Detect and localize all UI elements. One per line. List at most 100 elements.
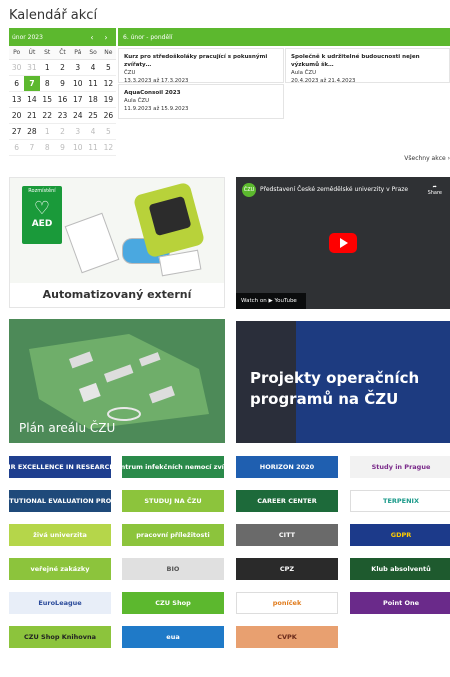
partner-logo-link[interactable]: živá univerzita (9, 524, 111, 546)
calendar-day[interactable]: 10 (70, 76, 86, 92)
next-month-button[interactable]: › (99, 33, 113, 42)
calendar-day[interactable]: 18 (85, 92, 101, 108)
event-place: Aula ČZU (291, 70, 317, 76)
calendar-day[interactable]: 14 (24, 92, 40, 108)
calendar-day[interactable]: 16 (54, 92, 71, 108)
partner-logo-link[interactable]: veřejné zakázky (9, 558, 111, 580)
partner-logo-link[interactable]: poníček (236, 592, 338, 614)
calendar-day[interactable]: 10 (70, 140, 86, 156)
calendar-day[interactable]: 7 (24, 140, 40, 156)
event-dates: 20.4.2023 až 21.4.2023 (291, 78, 356, 84)
watch-on-youtube[interactable]: Watch on ▶ YouTube (236, 293, 306, 309)
share-button[interactable]: ➦ Share (428, 184, 442, 196)
weekday-label: Ne (100, 46, 116, 60)
calendar-day[interactable]: 11 (85, 140, 101, 156)
calendar-day[interactable]: 15 (39, 92, 55, 108)
calendar-day[interactable]: 12 (100, 76, 116, 92)
event-place: ČZU (124, 70, 136, 76)
aed-caption: Automatizovaný externí defibrilátor (10, 283, 224, 307)
calendar-month: únor 2023 (12, 33, 43, 41)
electrode-pad-image (64, 212, 120, 274)
event-item[interactable]: Kurz pro středoškoláky pracující s pokus… (118, 48, 284, 84)
calendar-day[interactable]: 28 (24, 124, 40, 140)
month-calendar: únor 2023 ‹ › Po Út St Čt Pá So Ne 30 31 1 2 3 4 5 6 7 8… (9, 28, 116, 156)
all-events-link[interactable]: Všechny akce › (404, 155, 450, 162)
event-title: AquaConsoil 2023 (124, 90, 181, 96)
calendar-day[interactable]: 3 (70, 124, 86, 140)
calendar-day[interactable]: 12 (100, 140, 116, 156)
calendar-day[interactable]: 27 (9, 124, 25, 140)
partner-logo-link[interactable]: CZU Shop (122, 592, 224, 614)
partner-logo-link[interactable]: pracovní příležitosti (122, 524, 224, 546)
aed-sign-label: AED (31, 219, 53, 229)
aed-sign-label-top: Rozmístění (28, 188, 56, 194)
partner-logo-link[interactable]: HORIZON 2020 (236, 456, 338, 478)
projects-tile[interactable]: Projekty operačních programů na ČZU (236, 321, 450, 443)
czu-logo-icon: ČZU (242, 183, 256, 197)
partner-logo-link[interactable]: GDPR (350, 524, 450, 546)
event-dates: 11.9.2023 až 15.9.2023 (124, 106, 189, 112)
calendar-day[interactable]: 19 (100, 92, 116, 108)
event-item[interactable]: AquaConsoil 2023 Aula ČZU 11.9.2023 až 1… (118, 84, 284, 119)
partner-logo-link[interactable]: IEP INSTITUTIONAL EVALUATION PROGRAMME (9, 490, 111, 512)
calendar-day[interactable]: 4 (85, 124, 101, 140)
calendar-day[interactable]: 5 (100, 60, 116, 76)
partner-logo-link[interactable]: CITT (236, 524, 338, 546)
calendar-day[interactable]: 2 (54, 60, 71, 76)
aed-tile[interactable]: Rozmístění ♡ AED Automatizovaný externí … (9, 177, 225, 308)
partner-logo-link[interactable]: Study in Prague (350, 456, 450, 478)
weekday-label: So (85, 46, 101, 60)
calendar-day[interactable]: 1 (39, 60, 55, 76)
partner-logo-link[interactable]: Point One (350, 592, 450, 614)
calendar-day[interactable]: 9 (54, 140, 71, 156)
partner-logo-link[interactable]: CZU Shop Knihovna (9, 626, 111, 648)
video-tile[interactable]: ČZU Představení České zemědělské univerz… (236, 177, 450, 309)
calendar-day[interactable]: 6 (9, 76, 25, 92)
calendar-day[interactable]: 8 (39, 140, 55, 156)
calendar-day[interactable]: 4 (85, 60, 101, 76)
partner-logo-link[interactable]: HR EXCELLENCE IN RESEARCH (9, 456, 111, 478)
calendar-header: únor 2023 ‹ › (9, 28, 116, 46)
calendar-day[interactable]: 17 (70, 92, 86, 108)
partner-logo-link[interactable]: CVPK (236, 626, 338, 648)
calendar-day[interactable]: 21 (24, 108, 40, 124)
partner-logo-link[interactable]: STUDUJ NA ČZU (122, 490, 224, 512)
play-button[interactable] (329, 233, 357, 253)
event-item[interactable]: Společně k udržitelné budoucnosti nejen … (285, 48, 450, 84)
calendar-day[interactable]: 20 (9, 108, 25, 124)
weekday-label: Út (24, 46, 40, 60)
calendar-day[interactable]: 2 (54, 124, 71, 140)
calendar-day[interactable]: 11 (85, 76, 101, 92)
calendar-day[interactable]: 23 (54, 108, 71, 124)
partner-logo-link[interactable]: Klub absolventů (350, 558, 450, 580)
calendar-day[interactable]: 8 (39, 76, 55, 92)
partner-logo-link[interactable]: BIO (122, 558, 224, 580)
partner-logo-link[interactable]: eua (122, 626, 224, 648)
campus-map-caption: Plán areálu ČZU (19, 421, 116, 435)
calendar-day[interactable]: 7 (24, 76, 40, 92)
prev-month-button[interactable]: ‹ (85, 33, 99, 42)
calendar-day[interactable]: 22 (39, 108, 55, 124)
calendar-day[interactable]: 3 (70, 60, 86, 76)
calendar-day[interactable]: 25 (85, 108, 101, 124)
calendar-day[interactable]: 31 (24, 60, 40, 76)
partner-logo-link[interactable]: Centrum infekčních nemocí zvířat (122, 456, 224, 478)
partner-logo-link[interactable]: CPZ (236, 558, 338, 580)
weekday-label: Čt (54, 46, 71, 60)
calendar-title: Kalendář akcí (9, 8, 98, 23)
calendar-day[interactable]: 30 (9, 60, 25, 76)
events-panel: 6. únor - pondělí Kurz pro středoškoláky… (118, 28, 450, 122)
calendar-day[interactable]: 24 (70, 108, 86, 124)
partner-logo-link[interactable]: CAREER CENTER (236, 490, 338, 512)
calendar-day[interactable]: 26 (100, 108, 116, 124)
calendar-day[interactable]: 9 (54, 76, 71, 92)
campus-map-tile[interactable]: Plán areálu ČZU (9, 319, 225, 443)
calendar-day[interactable]: 5 (100, 124, 116, 140)
calendar-day[interactable]: 1 (39, 124, 55, 140)
events-date-header: 6. únor - pondělí (118, 28, 450, 46)
calendar-day[interactable]: 6 (9, 140, 25, 156)
calendar-day[interactable]: 13 (9, 92, 25, 108)
partner-logo-link[interactable]: TERPENIX (350, 490, 450, 512)
partner-logo-link[interactable]: EuroLeague (9, 592, 111, 614)
weekday-label: St (39, 46, 55, 60)
